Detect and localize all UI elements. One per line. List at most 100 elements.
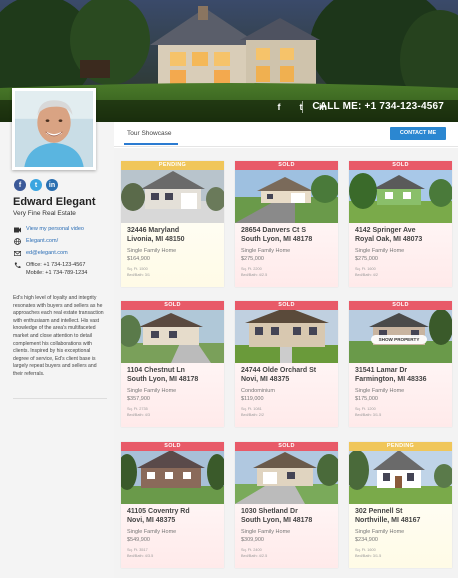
listing-city: South Lyon, MI 48178 — [241, 236, 313, 243]
listing-street[interactable]: 1104 Chestnut Ln — [127, 367, 185, 374]
video-row: View my personal video — [14, 225, 87, 233]
listing-photo[interactable] — [235, 161, 338, 223]
agent-portrait-image — [15, 91, 93, 167]
office-phone[interactable]: Office: +1 734-123-4567 — [26, 262, 85, 268]
listing-bedbath: Bed/Bath: 4/2.5 — [241, 554, 268, 558]
agent-contact-list: View my personal video Elegant.com/ ed@e… — [14, 225, 87, 281]
listing-sqft: Sq. Ft. 1081 — [241, 407, 262, 411]
listing-type: Single Family Home — [127, 529, 177, 535]
listing-city: Novi, MI 48375 — [241, 376, 290, 383]
email-link[interactable]: ed@elegant.com — [26, 249, 68, 257]
listing-price: $549,900 — [127, 537, 150, 543]
phone-numbers: Office: +1 734-123-4567 Mobile: +1 734-7… — [26, 261, 87, 277]
agent-bio: Ed's high level of loyalty and integrity… — [13, 295, 104, 377]
listing-sqft: Sq. Ft. 1600 — [355, 548, 376, 552]
listing-bedbath: Bed/Bath: 4/3 — [127, 413, 151, 417]
listing-type: Single Family Home — [355, 248, 405, 254]
status-ribbon: SOLD — [235, 442, 338, 451]
listing-street[interactable]: 1030 Shetland Dr — [241, 508, 298, 515]
listing-type: Single Family Home — [355, 529, 405, 535]
video-icon — [14, 226, 21, 233]
listing-price: $164,900 — [127, 256, 150, 262]
listing-card[interactable]: SOLD 1030 Shetland Dr South Lyon, MI 481… — [235, 442, 338, 568]
listing-bedbath: Bed/Bath: 3/1.5 — [355, 413, 382, 417]
show-property-button[interactable]: SHOW PROPERTY — [371, 335, 427, 344]
listing-sqft: Sq. Ft. 2400 — [241, 548, 262, 552]
phone-icon — [14, 262, 21, 269]
listing-sqft: Sq. Ft. 2200 — [241, 267, 262, 271]
status-ribbon: SOLD — [349, 301, 452, 310]
listing-bedbath: Bed/Bath: 3/1.5 — [355, 554, 382, 558]
listing-photo[interactable] — [235, 442, 338, 504]
status-ribbon: PENDING — [121, 161, 224, 170]
listing-price: $119,000 — [241, 396, 264, 402]
listing-price: $175,000 — [355, 396, 378, 402]
status-ribbon: PENDING — [349, 442, 452, 451]
email-row: ed@elegant.com — [14, 249, 87, 257]
listing-city: Novi, MI 48375 — [127, 517, 176, 524]
listing-card[interactable]: SOLD 28654 Danvers Ct S South Lyon, MI 4… — [235, 161, 338, 287]
personal-video-link[interactable]: View my personal video — [26, 225, 84, 233]
listing-sqft: Sq. Ft. 1500 — [127, 267, 148, 271]
listing-card[interactable]: SOLD 41105 Coventry Rd Novi, MI 48375 Si… — [121, 442, 224, 568]
envelope-icon — [14, 250, 21, 257]
globe-icon — [14, 238, 21, 245]
website-link[interactable]: Elegant.com/ — [26, 237, 58, 245]
listing-street[interactable]: 28654 Danvers Ct S — [241, 227, 306, 234]
listing-price: $234,900 — [355, 537, 378, 543]
listing-city: South Lyon, MI 48178 — [241, 517, 313, 524]
listing-photo[interactable] — [235, 301, 338, 363]
listing-photo[interactable]: SHOW PROPERTY — [349, 301, 452, 363]
listing-photo[interactable] — [349, 442, 452, 504]
listing-card[interactable]: SOLD 4142 Springer Ave Royal Oak, MI 480… — [349, 161, 452, 287]
status-ribbon: SOLD — [235, 301, 338, 310]
listing-city: Farmington, MI 48336 — [355, 376, 427, 383]
facebook-icon[interactable]: f — [274, 102, 284, 112]
listing-card[interactable]: SHOW PROPERTY SOLD 31541 Lamar Dr Farmin… — [349, 301, 452, 427]
listing-bedbath: Bed/Bath: 3/1 — [127, 273, 151, 277]
status-ribbon: SOLD — [235, 161, 338, 170]
call-me-phone[interactable]: CALL ME: +1 734-123-4567 — [302, 101, 444, 113]
agent-name: Edward Elegant — [13, 196, 96, 208]
linkedin-icon[interactable]: in — [46, 179, 58, 191]
tab-tour-showcase[interactable]: Tour Showcase — [127, 130, 171, 137]
listing-sqft: Sq. Ft. 2735 — [127, 407, 148, 411]
listing-price: $275,000 — [241, 256, 264, 262]
listing-city: Livonia, MI 48150 — [127, 236, 185, 243]
listing-card[interactable]: PENDING 302 Pennell St Northville, MI 48… — [349, 442, 452, 568]
listing-sqft: Sq. Ft. 3517 — [127, 548, 148, 552]
main-panel: Tour Showcase CONTACT ME PENDING 32446 M… — [114, 122, 458, 578]
twitter-icon[interactable]: t — [30, 179, 42, 191]
listing-card[interactable]: SOLD 1104 Chestnut Ln South Lyon, MI 481… — [121, 301, 224, 427]
contact-me-button[interactable]: CONTACT ME — [390, 127, 446, 140]
listing-photo[interactable] — [121, 161, 224, 223]
divider — [302, 101, 304, 113]
listing-photo[interactable] — [349, 161, 452, 223]
listing-type: Condominium — [241, 388, 275, 394]
bio-divider — [13, 398, 107, 399]
listing-sqft: Sq. Ft. 1200 — [355, 407, 376, 411]
listing-type: Single Family Home — [127, 248, 177, 254]
listing-bedbath: Bed/Bath: 2/2 — [241, 413, 265, 417]
listing-street[interactable]: 32446 Maryland — [127, 227, 179, 234]
listing-photo[interactable] — [121, 442, 224, 504]
listing-street[interactable]: 24744 Olde Orchard St — [241, 367, 316, 374]
listing-street[interactable]: 41105 Coventry Rd — [127, 508, 190, 515]
listing-street[interactable]: 4142 Springer Ave — [355, 227, 416, 234]
listing-photo[interactable] — [121, 301, 224, 363]
listing-card[interactable]: SOLD 24744 Olde Orchard St Novi, MI 4837… — [235, 301, 338, 427]
mobile-phone[interactable]: Mobile: +1 734-789-1234 — [26, 270, 87, 276]
listing-type: Single Family Home — [241, 248, 291, 254]
listing-street[interactable]: 302 Pennell St — [355, 508, 402, 515]
listing-street[interactable]: 31541 Lamar Dr — [355, 367, 407, 374]
listing-city: Northville, MI 48167 — [355, 517, 421, 524]
listing-card[interactable]: PENDING 32446 Maryland Livonia, MI 48150… — [121, 161, 224, 287]
status-ribbon: SOLD — [121, 442, 224, 451]
listing-price: $309,900 — [241, 537, 264, 543]
facebook-icon[interactable]: f — [14, 179, 26, 191]
listing-price: $275,000 — [355, 256, 378, 262]
listing-bedbath: Bed/Bath: 4/2.5 — [241, 273, 268, 277]
agent-avatar — [12, 88, 96, 170]
listing-type: Single Family Home — [355, 388, 405, 394]
twitter-icon[interactable]: t — [296, 102, 306, 112]
